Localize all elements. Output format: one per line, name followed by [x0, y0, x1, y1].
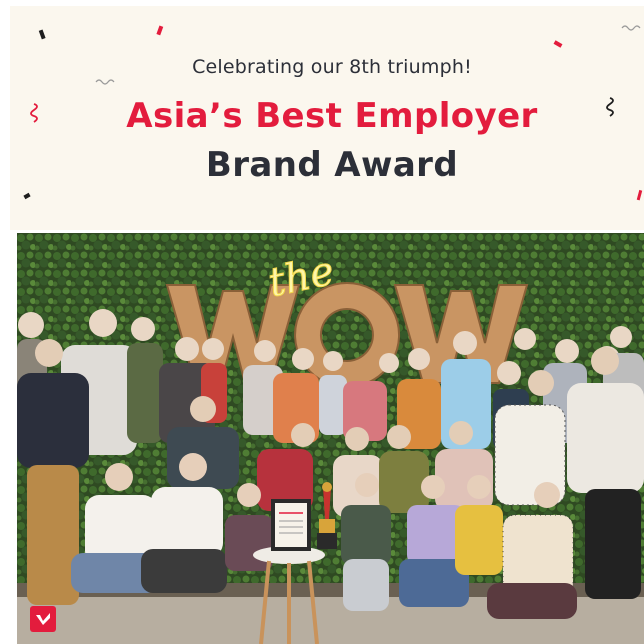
- team-photo-illustration: the: [17, 233, 644, 644]
- award-title-line1: Asia’s Best Employer: [126, 96, 538, 136]
- award-title-line2: Brand Award: [205, 145, 459, 185]
- banner-subtitle: Celebrating our 8th triumph!: [192, 56, 472, 78]
- award-post-card: Celebrating our 8th triumph! Asia’s Best…: [0, 0, 644, 644]
- team-photo: the: [17, 233, 644, 644]
- brand-logo-icon: [30, 606, 56, 632]
